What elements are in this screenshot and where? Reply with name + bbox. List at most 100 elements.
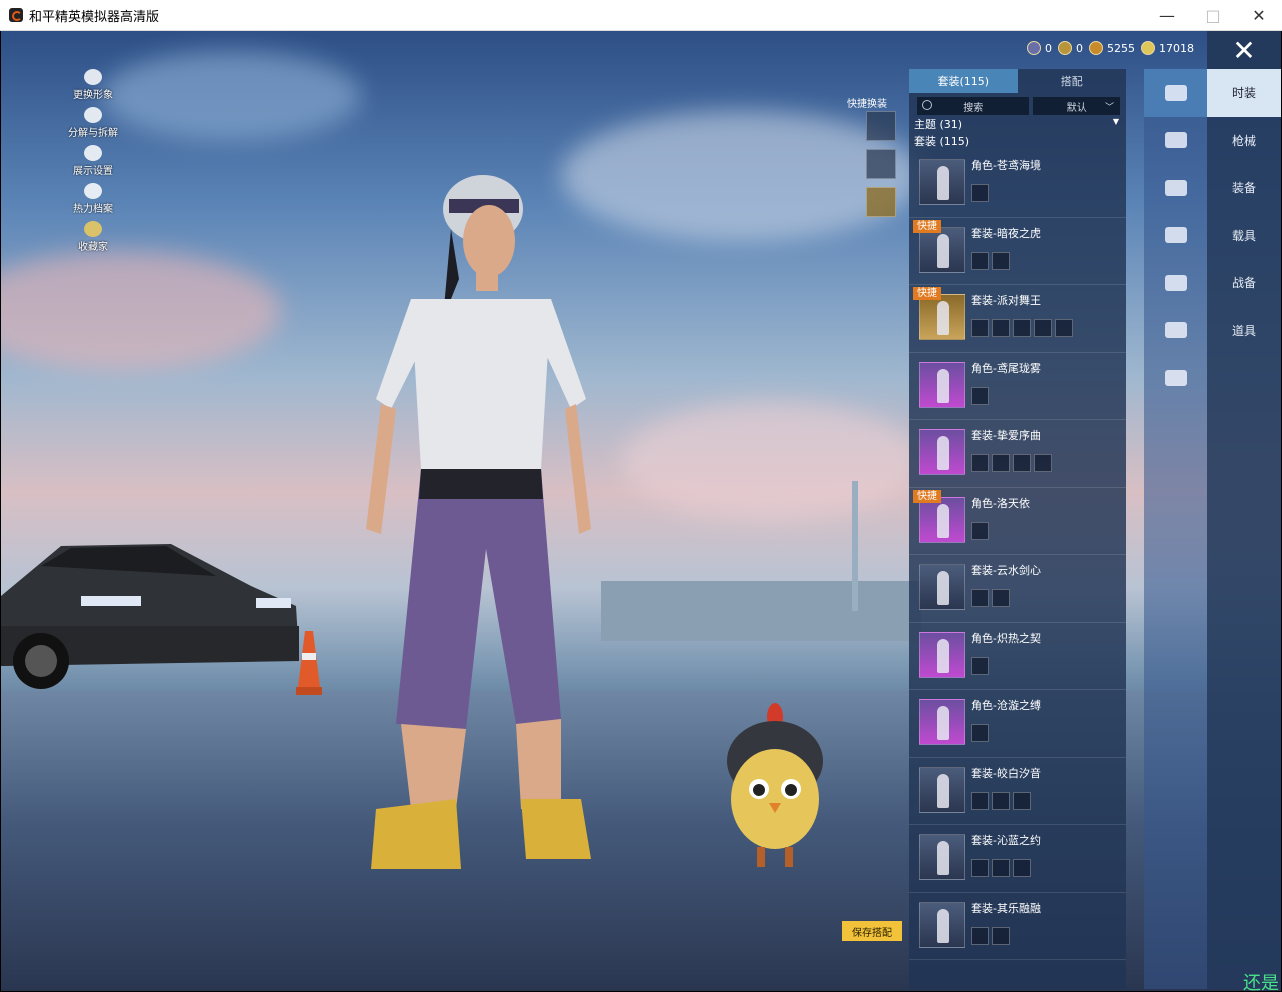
window-titlebar: 和平精英模拟器高清版 — □ ✕ [0, 0, 1282, 31]
part-icon[interactable] [992, 926, 1010, 945]
category-button[interactable] [1144, 117, 1207, 165]
part-icon[interactable] [971, 791, 989, 810]
part-icon[interactable] [971, 926, 989, 945]
list-item[interactable]: 角色-炽热之契 [909, 623, 1126, 690]
outfit-thumbnail [919, 699, 965, 745]
sort-select[interactable]: 默认 ﹀ [1033, 97, 1120, 115]
quick-swap-slot[interactable] [866, 149, 896, 179]
part-icon[interactable] [1013, 454, 1031, 472]
list-item[interactable]: 角色-沧漩之缚 [909, 690, 1126, 758]
part-icon[interactable] [992, 791, 1010, 810]
collector-badge-icon [84, 221, 102, 237]
part-icon[interactable] [992, 251, 1010, 270]
close-window-button[interactable]: ✕ [1236, 0, 1282, 30]
list-item[interactable]: 套装-其乐融融 [909, 893, 1126, 960]
outfit-thumbnail [919, 294, 965, 340]
item-info: 套装-皎白汐音 [971, 767, 1041, 810]
part-icon[interactable] [1034, 454, 1052, 472]
category-button[interactable] [1144, 307, 1207, 355]
puzzle-icon [84, 107, 102, 123]
list-item[interactable]: 套装-沁蓝之约 [909, 825, 1126, 893]
list-item[interactable]: 快捷 角色-洛天依 [909, 488, 1126, 555]
item-info: 角色-沧漩之缚 [971, 699, 1041, 742]
category-label[interactable]: 道具 [1207, 307, 1281, 355]
category-label[interactable]: 载具 [1207, 212, 1281, 260]
figure-icon [937, 706, 949, 740]
part-icon[interactable] [992, 589, 1010, 607]
part-icon[interactable] [992, 454, 1010, 472]
figure-icon [937, 301, 949, 335]
part-icon[interactable] [992, 859, 1010, 877]
category-label[interactable]: 时装 [1207, 69, 1281, 117]
currency-value: 0 [1076, 41, 1083, 55]
part-icon[interactable] [971, 184, 989, 202]
part-icon[interactable] [1013, 319, 1031, 337]
part-icon[interactable] [971, 386, 989, 405]
tab-suits[interactable]: 套装(115) [909, 69, 1018, 93]
side-item-display-settings[interactable]: 展示设置 [63, 145, 123, 183]
part-icon[interactable] [971, 724, 989, 742]
part-icon[interactable] [971, 319, 989, 337]
side-item-decompose[interactable]: 分解与拆解 [63, 107, 123, 145]
side-item-heat-profile[interactable]: 热力档案 [63, 183, 123, 221]
figure-icon [937, 368, 949, 403]
side-menu: 更换形象 分解与拆解 展示设置 热力档案 收藏家 [63, 69, 123, 259]
part-icon[interactable] [1013, 859, 1031, 877]
quick-swap-slot[interactable] [866, 187, 896, 217]
list-item[interactable]: 快捷 套装-暗夜之虎 [909, 218, 1126, 285]
tab-combos[interactable]: 搭配 [1018, 69, 1127, 93]
part-icon[interactable] [971, 251, 989, 270]
part-icon[interactable] [971, 521, 989, 540]
part-icon[interactable] [971, 859, 989, 877]
category-label[interactable]: 装备 [1207, 164, 1281, 212]
item-name: 套装-暗夜之虎 [971, 226, 1041, 240]
flame-icon [84, 183, 102, 199]
list-item[interactable]: 套装-挚爱序曲 [909, 420, 1126, 488]
quick-swap-slot[interactable] [866, 111, 896, 141]
list-item[interactable]: 快捷 套装-派对舞王 [909, 285, 1126, 353]
section-theme[interactable]: 主题 (31) ▼ [914, 115, 1119, 132]
part-icon[interactable] [1055, 319, 1073, 337]
section-suits: 套装 (115) [914, 132, 1119, 149]
list-item[interactable]: 套装-云水剑心 [909, 555, 1126, 623]
category-label[interactable]: 枪械 [1207, 117, 1281, 165]
outfit-thumbnail [919, 226, 965, 273]
category-button[interactable] [1144, 354, 1207, 402]
item-parts [971, 656, 1041, 675]
city-skyline [601, 581, 921, 641]
part-icon[interactable] [1034, 319, 1052, 337]
save-outfit-button[interactable]: 保存搭配 [842, 921, 902, 941]
category-button[interactable] [1144, 212, 1207, 260]
part-icon[interactable] [971, 454, 989, 472]
item-info: 角色-鸢尾珑雾 [971, 362, 1041, 405]
outfit-list: 角色-苍鸢海境 快捷 套装-暗夜之虎 快捷 套装-派对舞王 角色-鸢尾珑雾 套装-挚爱序曲快… [909, 150, 1126, 960]
list-item[interactable]: 套装-皎白汐音 [909, 758, 1126, 825]
minimize-button[interactable]: — [1144, 0, 1190, 30]
side-item-collector[interactable]: 收藏家 [63, 221, 123, 259]
side-item-change-look[interactable]: 更换形象 [63, 69, 123, 107]
item-name: 套装-其乐融融 [971, 901, 1041, 915]
category-label[interactable]: 战备 [1207, 259, 1281, 307]
jacket-icon [1164, 274, 1187, 291]
backpack-icon [1164, 322, 1187, 339]
currency-value: 0 [1045, 41, 1052, 55]
side-item-label: 分解与拆解 [68, 128, 118, 139]
app-logo-icon [9, 8, 23, 22]
outfit-list-panel: 套装(115) 搭配 搜索 默认 ﹀ 主题 (31) ▼ 套装 (115) 角色… [909, 69, 1126, 989]
list-item[interactable]: 角色-苍鸢海境 [909, 150, 1126, 218]
search-input[interactable]: 搜索 [917, 97, 1030, 115]
figure-icon [937, 233, 949, 268]
part-icon[interactable] [992, 319, 1010, 337]
list-item[interactable]: 角色-鸢尾珑雾 [909, 353, 1126, 420]
close-icon[interactable]: ✕ [1207, 31, 1281, 69]
maximize-button[interactable]: □ [1190, 0, 1236, 30]
category-button[interactable] [1144, 164, 1207, 212]
item-info: 套装-其乐融融 [971, 902, 1041, 945]
part-icon[interactable] [1013, 791, 1031, 810]
part-icon[interactable] [971, 589, 989, 607]
quick-badge: 快捷 [913, 489, 941, 503]
part-icon[interactable] [971, 656, 989, 675]
category-button[interactable] [1144, 69, 1207, 117]
category-button[interactable] [1144, 259, 1207, 307]
outfit-thumbnail [919, 901, 965, 948]
